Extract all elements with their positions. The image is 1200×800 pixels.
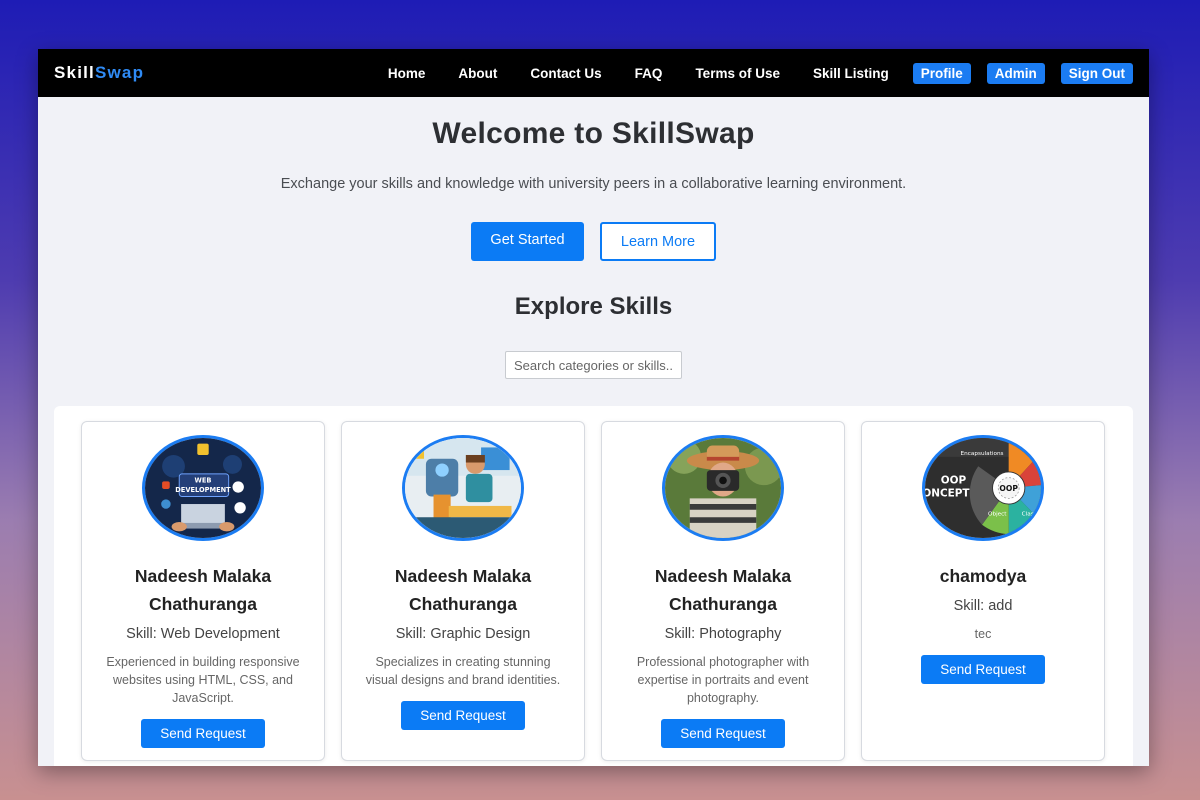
card-user-name: Nadeesh Malaka Chathuranga xyxy=(394,566,532,614)
svg-text:WEB: WEB xyxy=(195,476,212,484)
learn-more-button[interactable]: Learn More xyxy=(600,222,716,261)
nav-link-terms[interactable]: Terms of Use xyxy=(695,66,780,81)
send-request-button[interactable]: Send Request xyxy=(661,719,785,748)
svg-text:OOP: OOP xyxy=(999,484,1018,493)
card-skill: Skill: add xyxy=(953,598,1013,614)
card-user-name: chamodya xyxy=(939,566,1027,586)
nav-link-home[interactable]: Home xyxy=(388,66,426,81)
card-user-name: Nadeesh Malaka Chathuranga xyxy=(654,566,792,614)
search-input[interactable] xyxy=(505,351,682,379)
hero-tagline: Exchange your skills and knowledge with … xyxy=(280,176,907,192)
send-request-button[interactable]: Send Request xyxy=(141,719,265,748)
card-user-name: Nadeesh Malaka Chathuranga xyxy=(134,566,272,614)
nav-link-skill-listing[interactable]: Skill Listing xyxy=(813,66,889,81)
skill-cards-panel: WEB DEVELOPMENT Nadeesh Malaka Chathuran… xyxy=(54,406,1133,766)
card-skill: Skill: Graphic Design xyxy=(395,626,531,642)
oop-concept-image: OOP OOP ONCEPT Encapsulations Object Cla… xyxy=(922,435,1044,541)
web-development-image: WEB DEVELOPMENT xyxy=(142,435,264,541)
browser-window: SkillSwap Home About Contact Us FAQ Term… xyxy=(38,49,1149,766)
profile-button[interactable]: Profile xyxy=(912,62,971,84)
svg-text:ONCEPT: ONCEPT xyxy=(925,488,970,500)
brand-part-2: Swap xyxy=(94,63,145,82)
nav-link-contact[interactable]: Contact Us xyxy=(530,66,601,81)
search-wrap xyxy=(38,351,1149,379)
card-description: tec xyxy=(974,627,992,641)
nav-link-about[interactable]: About xyxy=(458,66,497,81)
svg-text:Encapsulations: Encapsulations xyxy=(961,451,1004,457)
skill-card: Nadeesh Malaka Chathuranga Skill: Photog… xyxy=(601,421,845,761)
sign-out-button[interactable]: Sign Out xyxy=(1060,62,1133,84)
page-title: Welcome to SkillSwap xyxy=(432,117,755,150)
svg-text:DEVELOPMENT: DEVELOPMENT xyxy=(175,486,231,494)
svg-text:Clas: Clas xyxy=(1022,511,1034,517)
admin-button[interactable]: Admin xyxy=(986,62,1045,84)
hero-section: Welcome to SkillSwap Exchange your skill… xyxy=(38,117,1149,379)
card-description: Experienced in building responsive websi… xyxy=(106,655,300,705)
svg-text:OOP: OOP xyxy=(941,474,967,486)
graphic-design-image xyxy=(402,435,524,541)
svg-text:Object: Object xyxy=(988,511,1007,517)
skill-card: OOP OOP ONCEPT Encapsulations Object Cla… xyxy=(861,421,1105,761)
photography-image xyxy=(662,435,784,541)
card-skill: Skill: Web Development xyxy=(126,626,280,642)
send-request-button[interactable]: Send Request xyxy=(921,655,1045,684)
get-started-button[interactable]: Get Started xyxy=(471,222,584,261)
explore-skills-heading: Explore Skills xyxy=(514,293,673,320)
brand-logo[interactable]: SkillSwap xyxy=(54,63,144,83)
skill-card: Nadeesh Malaka Chathuranga Skill: Graphi… xyxy=(341,421,585,761)
nav-link-faq[interactable]: FAQ xyxy=(635,66,663,81)
skill-card: WEB DEVELOPMENT Nadeesh Malaka Chathuran… xyxy=(81,421,325,761)
card-description: Specializes in creating stunning visual … xyxy=(365,655,561,687)
brand-part-1: Skill xyxy=(54,63,95,82)
card-skill: Skill: Photography xyxy=(664,626,782,642)
hero-buttons: Get Started Learn More xyxy=(38,222,1149,261)
send-request-button[interactable]: Send Request xyxy=(401,701,525,730)
nav-links: Home About Contact Us FAQ Terms of Use S… xyxy=(355,62,1133,84)
navbar: SkillSwap Home About Contact Us FAQ Term… xyxy=(38,49,1149,97)
card-description: Professional photographer with expertise… xyxy=(636,655,810,705)
